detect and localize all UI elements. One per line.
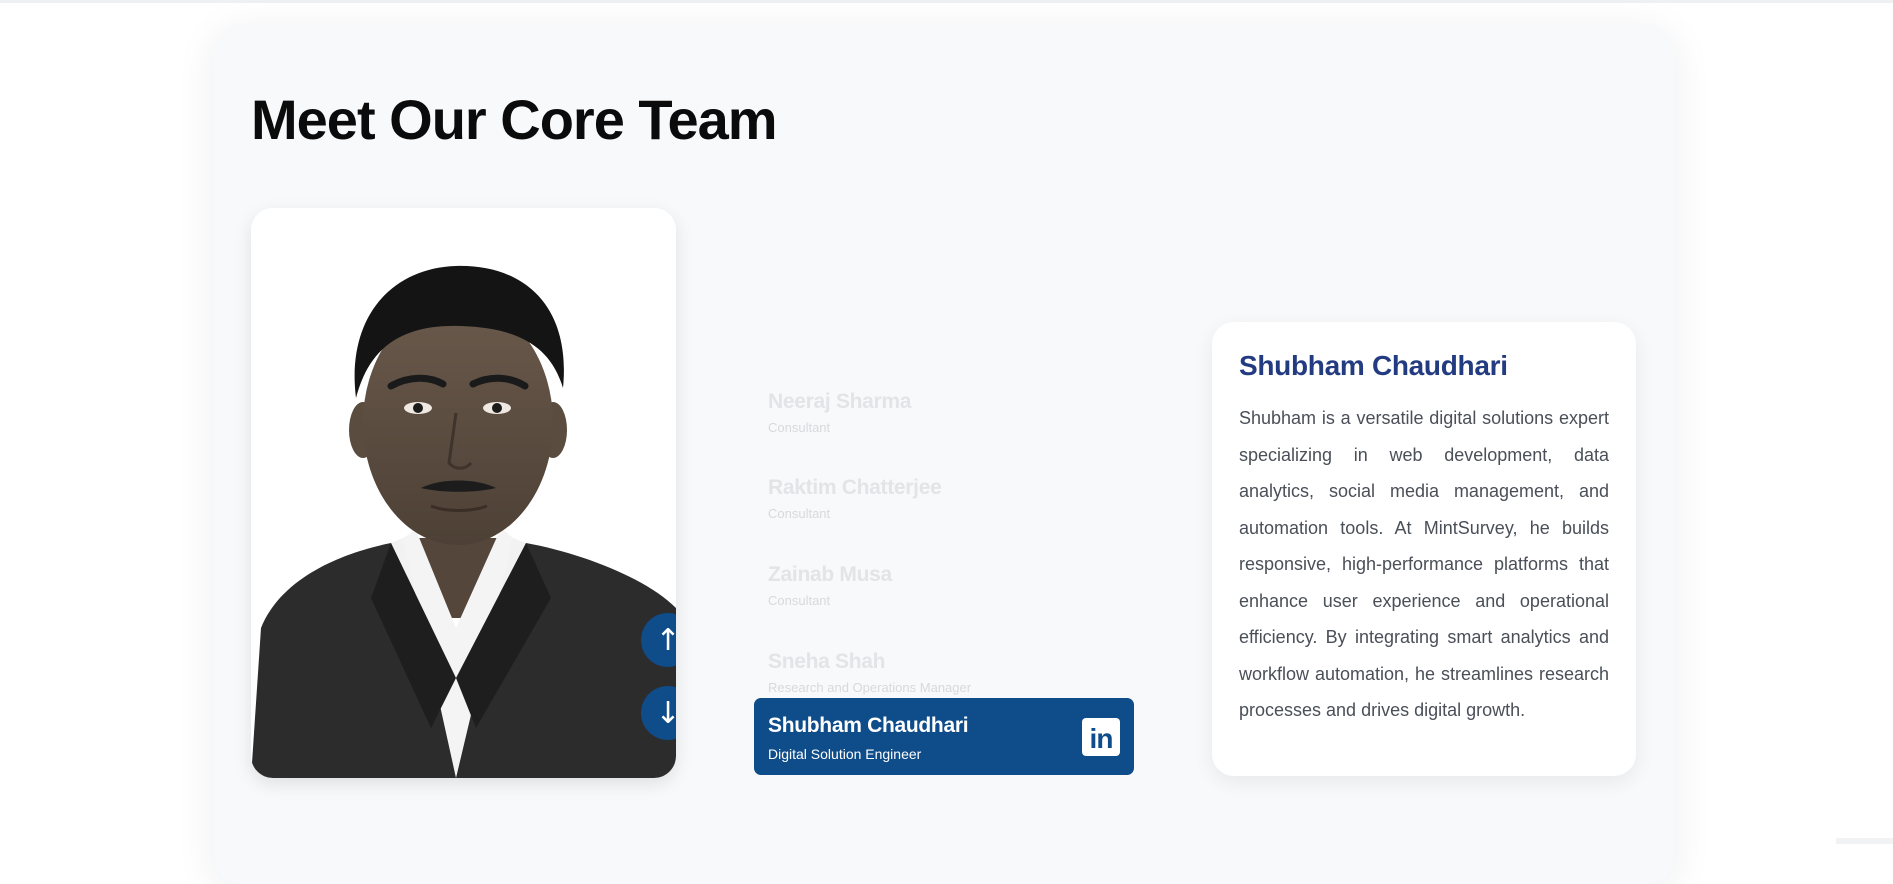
list-item[interactable]: Neeraj Sharma Consultant: [768, 390, 1138, 435]
active-member-role: Digital Solution Engineer: [768, 746, 922, 762]
member-role: Consultant: [768, 593, 831, 608]
list-item[interactable]: Sneha Shah Research and Operations Manag…: [768, 650, 1138, 695]
member-role: Research and Operations Manager: [768, 680, 972, 695]
top-divider: [0, 0, 1893, 3]
portrait-image: [251, 208, 676, 778]
member-role: Consultant: [768, 506, 831, 521]
member-role: Consultant: [768, 420, 831, 435]
list-item[interactable]: Zainab Musa Consultant: [768, 563, 1138, 608]
member-name: Neeraj Sharma: [768, 390, 912, 413]
member-name: Zainab Musa: [768, 563, 892, 586]
member-photo: ↑ ↓: [251, 208, 676, 778]
section-title: Meet Our Core Team: [251, 88, 778, 151]
linkedin-icon[interactable]: in: [1082, 718, 1120, 756]
member-name: Raktim Chatterjee: [768, 476, 942, 499]
bio-card: Shubham Chaudhari Shubham is a versatile…: [1212, 322, 1636, 776]
team-section: Meet Our Core Team ↑ ↓ Neeraj Sharma Con…: [214, 24, 1674, 884]
active-member-item[interactable]: Shubham Chaudhari Digital Solution Engin…: [754, 698, 1134, 775]
scroll-indicator: [1836, 838, 1893, 844]
active-member-name: Shubham Chaudhari: [768, 714, 969, 737]
bio-name: Shubham Chaudhari: [1239, 350, 1508, 381]
bio-text: Shubham is a versatile digital solutions…: [1239, 408, 1609, 720]
member-name: Sneha Shah: [768, 650, 886, 673]
list-item[interactable]: Raktim Chatterjee Consultant: [768, 476, 1138, 521]
